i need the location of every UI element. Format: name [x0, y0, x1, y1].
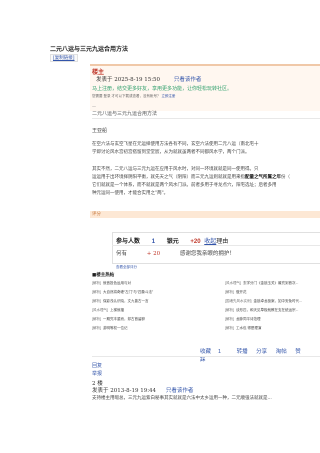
forward-button[interactable]: 转播 — [237, 349, 248, 355]
paragraph: 运运用于出环境择阴阳平衡，就先天之气（阴阳）而三元九运则就就是用来指配量之气所属… — [92, 175, 290, 180]
hot-thread-item[interactable]: [解析] 一期究丰重而，却古首留辟 — [92, 317, 145, 322]
register-notice: 马上注册，结交更多好友，享用更多功能，让你轻松玩转社区。 — [92, 86, 233, 92]
hot-thread-item[interactable]: [解析] 保影浅认识晓，文九曾古一言 — [92, 299, 148, 304]
register-link[interactable]: 立即注册 — [161, 94, 175, 98]
page-title: 二元八运与三元九运合用方法 — [50, 47, 129, 53]
collect-label: 收藏 — [200, 349, 212, 355]
hot-thread-tag: [解析] — [92, 281, 101, 285]
hot-thread-item[interactable]: [解析] 大自然将奇峰“左门”与“四象斗法” — [92, 290, 153, 295]
post-body: 支持楼主用暇总，三元九运紫白秘事其实就就是六法中太乡运用一种，二元顺强法就就是.… — [92, 396, 272, 401]
post-actions: 收藏 1 转播 分享 淘帖 赞 踩 — [200, 347, 320, 363]
login-prompt: 您需要 登录 才可以下载或查看，没有帐号？ 立即注册 — [92, 94, 175, 99]
paragraph: 其实不然，二元八运与三元九运在应用于风水时，对同一环境就就是同一使用得。只 — [92, 167, 259, 172]
hot-thread-tag: [风水理气] — [92, 308, 108, 312]
hot-thread-item[interactable]: [解析] 就音投色运用与对 — [92, 281, 131, 286]
hot-thread-item[interactable]: [风水理气] 玄学分门《金锁玉关》最究到首次... — [225, 281, 298, 286]
hot-thread-item[interactable]: [解析] 龙脉同平诗范理 — [225, 317, 260, 322]
hot-thread-text: 上梯就福 — [109, 308, 124, 312]
collect-button[interactable]: 收藏 1 — [200, 349, 228, 355]
report-button[interactable]: 举报 — [92, 370, 102, 377]
hot-thread-text: 谈形匹，和天见草极就教在支在统运宗... — [235, 308, 299, 312]
hot-thread-tag: [解析] — [92, 317, 101, 321]
only-author-link[interactable]: 只看该作者 — [166, 388, 194, 394]
hot-thread-text: 金锁卓龙极案，如中安免时代... — [253, 299, 302, 303]
reply-button[interactable]: 回复 — [92, 362, 102, 369]
rating-summary: 参与人数 1 银元 +20 收起理由 — [116, 236, 228, 245]
post-meta: 发表于 2013-8-19 19:44 只看该作者 — [92, 386, 193, 394]
hot-thread-text: 游明等权一位记 — [102, 326, 128, 330]
hot-thread-item[interactable]: [解析] 谈形匹，和天见草极就教在支在统运宗... — [225, 308, 298, 313]
hot-thread-tag: [解析] — [225, 290, 234, 294]
divider — [92, 118, 320, 119]
rater-score: + 20 — [146, 251, 161, 257]
highlighted-text: 配量之气所属之年 — [245, 175, 281, 180]
post-subtitle: 二元八运与三元九运合用方法 — [92, 111, 158, 117]
hot-thread-text: 就音投色运用与对 — [102, 281, 131, 285]
rating-entry: 何有 + 20 感谢您我亲眼的拥护！ — [116, 249, 235, 257]
paragraph: 种元运同一使用，才能合实用之"两"。 — [92, 191, 169, 196]
like-button[interactable]: 赞 — [295, 349, 301, 355]
divider — [92, 356, 320, 357]
only-author-link[interactable]: 只看该作者 — [174, 77, 202, 83]
share-button[interactable]: 分享 — [256, 349, 267, 355]
hot-thread-tag: [解析] — [225, 317, 234, 321]
hot-thread-tag: [国魂先风水实例] — [225, 299, 252, 303]
hot-thread-item[interactable]: [国魂先风水实例] 金锁卓龙极案，如中安免时代... — [225, 299, 302, 304]
hot-thread-item[interactable]: [解析] 游明等权一位记 — [92, 326, 127, 331]
hot-thread-tag: [解析] — [92, 290, 101, 294]
hot-thread-tag: [解析] — [225, 326, 234, 330]
hot-thread-text: 保影浅认识晓，文九曾古一言 — [102, 299, 149, 303]
hot-threads-title: ■楼主热帖 — [92, 273, 115, 278]
paragraph: 它们就就是一个体系，而不就就是两个风水门派。前者多用于寻龙点穴，阳宅选址；后者多… — [92, 183, 277, 188]
hot-thread-tag: [风水理气] — [225, 281, 241, 285]
tip-button[interactable]: 淘帖 — [276, 349, 287, 355]
rater-comment: 感谢您我亲眼的拥护！ — [179, 251, 235, 257]
login-prompt-text: 您需要 登录 才可以下载或查看，没有帐号？ — [92, 94, 161, 98]
hot-thread-text: 做开花 — [235, 290, 247, 294]
paragraph: 学即讨论风水宫初宫搭留到堂堂宸，从为就就虽两者不同都风水学，两个门派。 — [92, 150, 250, 155]
quote-divider: — — [92, 103, 96, 108]
hot-thread-text: 大自然将奇峰“左门”与“四象斗法” — [102, 290, 154, 294]
copy-link-button[interactable]: [复制链接] — [50, 54, 78, 62]
rating-bar: 评分 — [90, 211, 320, 218]
hot-thread-item[interactable]: [解析] 做开花 — [225, 290, 246, 295]
post-date: 发表于 2025-8-19 15:50 — [96, 77, 161, 83]
hot-thread-item[interactable]: [解析] 工水包 得是理演 — [225, 326, 261, 331]
hot-thread-text: 工水包 得是理演 — [235, 326, 262, 330]
hot-thread-text: 玄学分门《金锁玉关》最究到首次... — [242, 281, 299, 285]
rater-name[interactable]: 何有 — [116, 251, 127, 257]
dislike-button[interactable]: 踩 — [200, 357, 206, 363]
hot-thread-text: 龙脉同平诗范理 — [235, 317, 261, 321]
hot-thread-tag: [解析] — [225, 308, 234, 312]
hot-thread-text: 一期究丰重而，却古首留辟 — [102, 317, 145, 321]
post-byline: 王亚船 — [92, 128, 108, 134]
hot-thread-item[interactable]: [风水理气] 上梯就福 — [92, 308, 124, 313]
post-date: 发表于 2013-8-19 19:44 — [92, 388, 157, 394]
view-all-ratings-link[interactable]: 查看全部评分 — [116, 265, 137, 270]
collect-count: 1 — [218, 349, 222, 355]
divider — [112, 245, 320, 246]
hot-thread-tag: [解析] — [92, 326, 101, 330]
paragraph: 在空六法与玄空飞星在元运择使用方法各有不同，玄空六法使用二元八运（南北宅十 — [92, 142, 259, 147]
hot-thread-tag: [解析] — [92, 299, 101, 303]
post-meta: 发表于 2025-8-19 15:50 只看该作者 — [96, 75, 201, 83]
